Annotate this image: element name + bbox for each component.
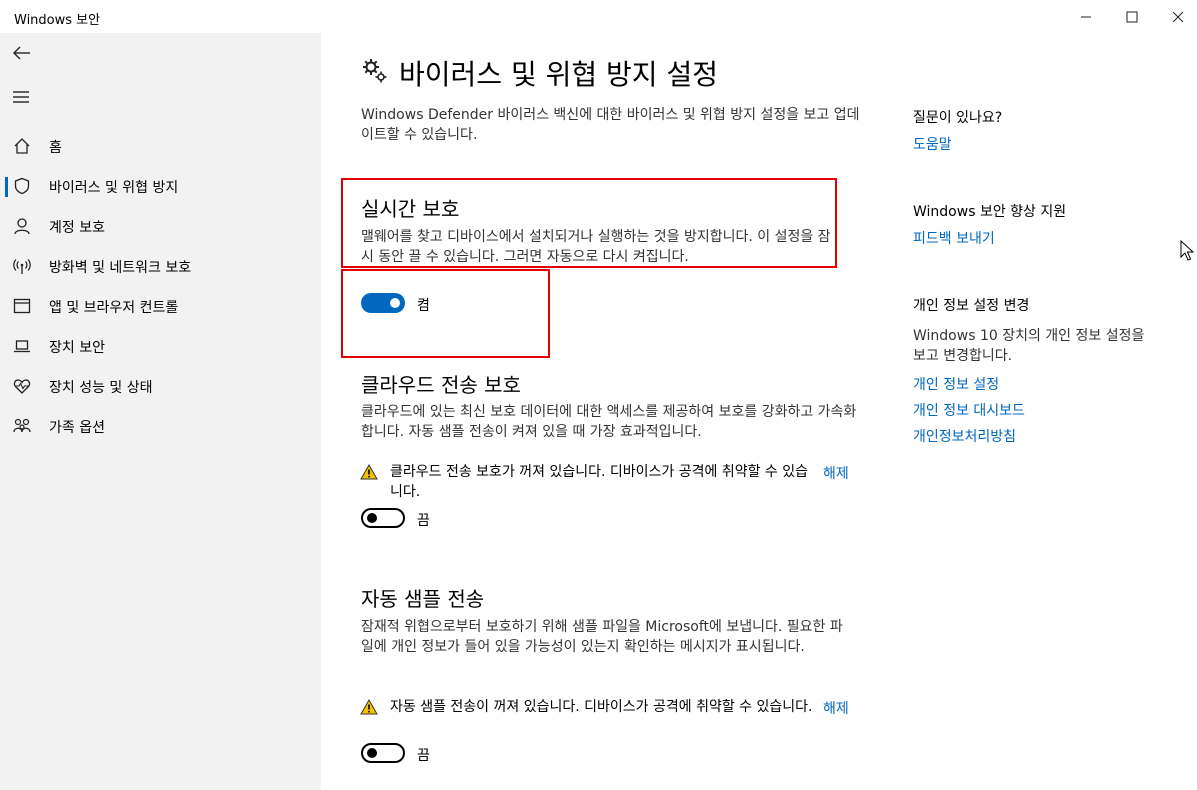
cloud-warning-text: 클라우드 전송 보호가 꺼져 있습니다. 디바이스가 공격에 취약할 수 있습니… xyxy=(390,464,809,500)
cloud-dismiss-link[interactable]: 해제 xyxy=(823,463,849,483)
minimize-button[interactable] xyxy=(1063,0,1109,33)
sample-toggle-label: 끔 xyxy=(417,748,430,764)
close-icon xyxy=(1172,11,1184,22)
window-title: Windows 보안 xyxy=(14,13,101,28)
active-indicator xyxy=(5,177,8,197)
sample-description: 잠재적 위협으로부터 보호하기 위해 샘플 파일을 Microsoft에 보냅니… xyxy=(361,619,843,655)
sample-warning-text: 자동 샘플 전송이 꺼져 있습니다. 디바이스가 공격에 취약할 수 있습니다. xyxy=(390,699,813,715)
warning-icon xyxy=(360,464,378,480)
highlight-box-toggle xyxy=(341,269,550,358)
minimize-icon xyxy=(1081,16,1091,17)
sidebar-item-label: 홈 xyxy=(49,140,62,156)
sidebar-item-label: 방화벽 및 네트워크 보호 xyxy=(49,260,192,276)
sidebar-item-account-protection[interactable]: 계정 보호 xyxy=(0,208,321,244)
sample-dismiss-link[interactable]: 해제 xyxy=(823,698,849,718)
sidebar: 홈 바이러스 및 위협 방지 계정 보호 방화벽 및 네트워크 보호 앱 및 브… xyxy=(0,33,321,790)
sidebar-item-label: 가족 옵션 xyxy=(49,420,105,436)
back-button[interactable] xyxy=(10,41,34,65)
warning-icon xyxy=(360,699,378,715)
realtime-toggle[interactable] xyxy=(361,293,405,313)
privacy-heading: 개인 정보 설정 변경 xyxy=(913,298,1030,314)
cloud-description: 클라우드에 있는 최신 보호 데이터에 대한 액세스를 제공하여 보호를 강화하… xyxy=(361,404,857,440)
page-description: Windows Defender 바이러스 백신에 대한 바이러스 및 위협 방… xyxy=(361,107,860,143)
realtime-toggle-label: 켬 xyxy=(417,298,430,314)
sidebar-item-virus-protection[interactable]: 바이러스 및 위협 방지 xyxy=(0,168,321,204)
maximize-icon xyxy=(1126,11,1138,22)
mouse-cursor-icon xyxy=(1180,240,1194,261)
family-icon xyxy=(12,416,32,436)
sidebar-item-app-browser[interactable]: 앱 및 브라우저 컨트롤 xyxy=(0,288,321,324)
feedback-link[interactable]: 피드백 보내기 xyxy=(913,228,995,248)
improve-heading: Windows 보안 향상 지원 xyxy=(913,204,1067,220)
help-link[interactable]: 도움말 xyxy=(913,134,952,154)
page-header: 바이러스 및 위협 방지 설정 xyxy=(361,53,718,93)
cloud-toggle-label: 끔 xyxy=(417,513,430,529)
main-content: 바이러스 및 위협 방지 설정 Windows Defender 바이러스 백신… xyxy=(321,33,1197,790)
section-title-cloud: 클라우드 전송 보호 xyxy=(361,373,521,397)
back-arrow-icon xyxy=(13,46,30,60)
cloud-toggle[interactable] xyxy=(361,508,405,528)
sidebar-item-label: 계정 보호 xyxy=(49,220,105,236)
privacy-dashboard-link[interactable]: 개인 정보 대시보드 xyxy=(913,400,1025,420)
home-icon xyxy=(12,136,32,156)
maximize-button[interactable] xyxy=(1109,0,1155,33)
sidebar-item-home[interactable]: 홈 xyxy=(0,128,321,164)
shield-icon xyxy=(12,176,32,196)
browser-icon xyxy=(12,296,32,316)
gear-icon xyxy=(361,57,389,89)
privacy-statement-link[interactable]: 개인정보처리방침 xyxy=(913,426,1016,446)
sidebar-item-label: 장치 성능 및 상태 xyxy=(49,380,153,396)
privacy-description: Windows 10 장치의 개인 정보 설정을 보고 변경합니다. xyxy=(913,328,1145,364)
heart-icon xyxy=(12,376,32,396)
sidebar-item-family-options[interactable]: 가족 옵션 xyxy=(0,408,321,444)
sidebar-item-firewall[interactable]: 방화벽 및 네트워크 보호 xyxy=(0,248,321,284)
realtime-description: 맬웨어를 찾고 디바이스에서 설치되거나 실행하는 것을 방지합니다. 이 설정… xyxy=(361,229,831,265)
sidebar-item-label: 장치 보안 xyxy=(49,340,105,356)
sample-toggle[interactable] xyxy=(361,743,405,763)
sidebar-item-device-health[interactable]: 장치 성능 및 상태 xyxy=(0,368,321,404)
section-title-realtime: 실시간 보호 xyxy=(361,197,460,221)
sidebar-item-device-security[interactable]: 장치 보안 xyxy=(0,328,321,364)
hamburger-menu-button[interactable] xyxy=(10,85,34,109)
page-title: 바이러스 및 위협 방지 설정 xyxy=(399,58,718,91)
close-button[interactable] xyxy=(1155,0,1197,33)
sidebar-item-label: 앱 및 브라우저 컨트롤 xyxy=(49,300,179,316)
title-bar: Windows 보안 xyxy=(0,0,1197,33)
sidebar-item-label: 바이러스 및 위협 방지 xyxy=(49,180,179,196)
laptop-icon xyxy=(12,336,32,356)
section-title-sample: 자동 샘플 전송 xyxy=(361,587,485,611)
person-icon xyxy=(12,216,32,236)
help-heading: 질문이 있나요? xyxy=(913,110,1003,126)
wifi-icon xyxy=(12,256,32,276)
hamburger-icon xyxy=(13,91,29,103)
privacy-settings-link[interactable]: 개인 정보 설정 xyxy=(913,374,999,394)
